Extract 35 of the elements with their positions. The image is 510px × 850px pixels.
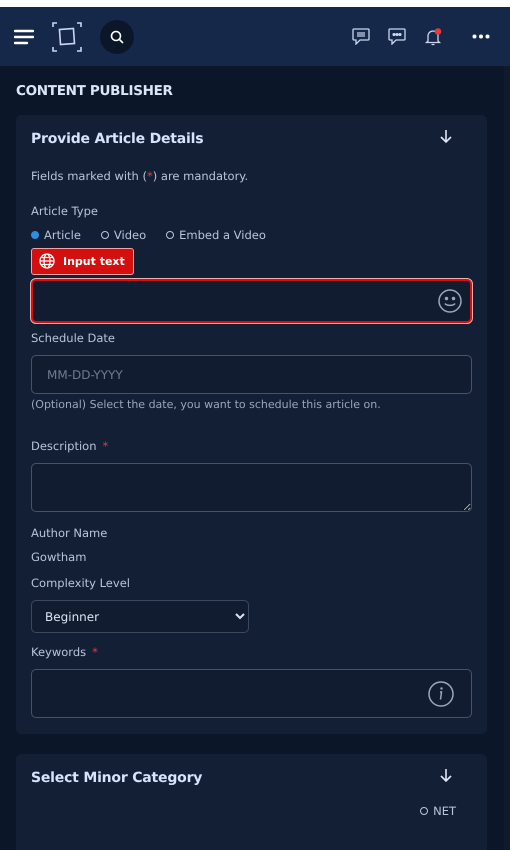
mandatory-note: Fields marked with (*) are mandatory. [31, 169, 250, 183]
arrow-down-icon[interactable] [440, 129, 452, 144]
message-icon[interactable] [388, 28, 406, 45]
field-label: Schedule Date [31, 331, 116, 345]
date-field[interactable]: MM-DD-YYYY [31, 355, 472, 394]
bell-icon[interactable] [424, 28, 442, 46]
section-title: Select Minor Category [31, 770, 202, 786]
arrow-down-icon[interactable] [440, 768, 452, 783]
page-title: CONTENT PUBLISHER [16, 82, 174, 101]
radio-option[interactable]: NET [420, 804, 456, 818]
hint-text: (Optional) Select the date, you want to schedule this article on. [31, 398, 382, 411]
complexity-select[interactable]: Beginner [31, 600, 249, 633]
search-button[interactable] [100, 20, 134, 54]
keywords-field[interactable] [31, 669, 472, 718]
globe-icon [39, 253, 55, 269]
menu-icon[interactable] [14, 28, 34, 44]
input-field[interactable] [31, 279, 472, 323]
field-label: Description * [31, 439, 110, 453]
author-name: Gowtham [31, 550, 88, 564]
radio-option[interactable]: Video [100, 228, 146, 242]
field-label: Article Type [31, 204, 99, 218]
field-label: Keywords * [31, 645, 99, 659]
field-label: Author Name [31, 526, 108, 540]
section-title: Provide Article Details [31, 131, 204, 147]
frame-icon[interactable] [52, 22, 82, 52]
more-icon[interactable] [472, 34, 490, 39]
smiley-icon[interactable] [438, 289, 462, 313]
info-icon[interactable] [428, 680, 454, 706]
tooltip-text: Input text [63, 254, 125, 268]
description-field[interactable] [31, 463, 472, 512]
radio-option[interactable]: Embed a Video [166, 228, 266, 242]
field-label: Complexity Level [31, 576, 131, 590]
chat-icon[interactable] [352, 28, 370, 45]
search-icon [110, 30, 124, 44]
radio-option[interactable]: Article [31, 228, 81, 242]
